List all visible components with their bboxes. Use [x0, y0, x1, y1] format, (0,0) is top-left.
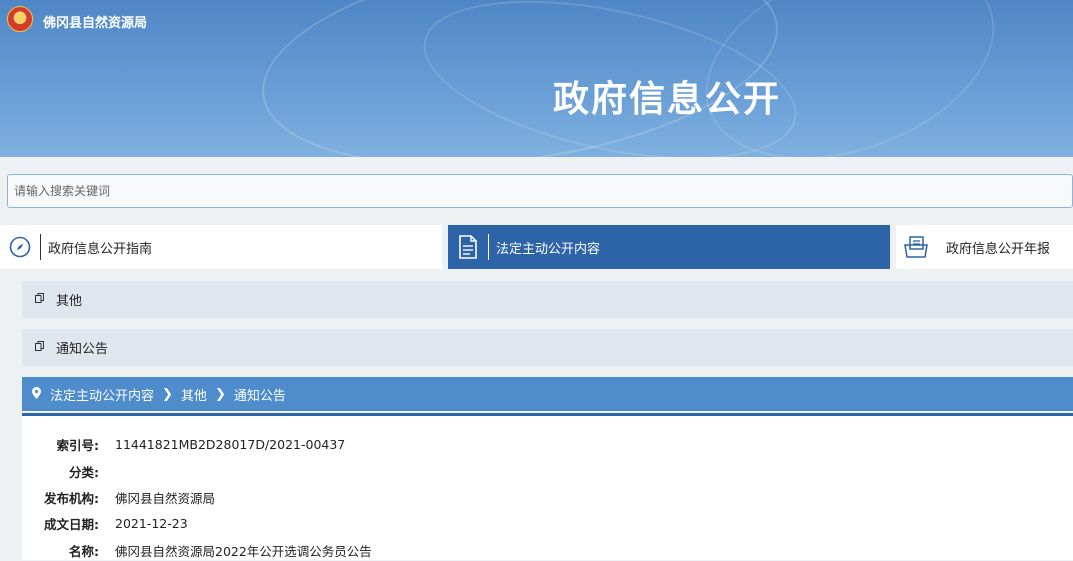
- meta-value: 佛冈县自然资源局2022年公开选调公务员公告: [115, 543, 372, 559]
- meta-key: 索引号:: [56, 437, 100, 453]
- meta-row-name: 名称: 佛冈县自然资源局2022年公开选调公务员公告: [22, 539, 372, 561]
- copy-icon: [22, 341, 56, 354]
- category-notices[interactable]: 通知公告: [22, 329, 1073, 366]
- meta-row-category: 分类:: [22, 460, 115, 482]
- breadcrumb-item[interactable]: 其他: [181, 385, 207, 404]
- tab-bar: 政府信息公开指南 法定主动公开内容 政府信息公开年报: [0, 225, 1073, 269]
- tab-divider: [40, 234, 41, 260]
- document-metadata: 索引号: 11441821MB2D28017D/2021-00437 分类: 发…: [22, 416, 1073, 560]
- meta-value: 佛冈县自然资源局: [115, 490, 216, 506]
- meta-key: 发布机构:: [44, 490, 99, 506]
- header-banner: 佛冈县自然资源局 政府信息公开: [0, 0, 1073, 157]
- breadcrumb: 法定主动公开内容 ❯ 其他 ❯ 通知公告: [22, 377, 1073, 411]
- compass-icon: [0, 225, 40, 269]
- meta-value: 11441821MB2D28017D/2021-00437: [115, 436, 346, 452]
- tab-divider: [488, 234, 489, 260]
- location-pin-icon: [22, 386, 50, 402]
- category-label: 其他: [56, 294, 83, 309]
- meta-row-publisher: 发布机构: 佛冈县自然资源局: [22, 486, 215, 508]
- report-icon: [896, 225, 936, 269]
- chevron-right-icon: ❯: [214, 386, 226, 402]
- breadcrumb-item[interactable]: 通知公告: [234, 385, 286, 404]
- meta-row-date: 成文日期: 2021-12-23: [22, 512, 188, 534]
- meta-value: 2021-12-23: [115, 515, 188, 531]
- site-name[interactable]: 佛冈县自然资源局: [43, 12, 147, 31]
- search-box[interactable]: [7, 174, 1073, 208]
- banner-title: 政府信息公开: [553, 79, 782, 120]
- search-input[interactable]: [8, 175, 1072, 207]
- tab-label: 政府信息公开指南: [48, 241, 153, 257]
- tab-guide[interactable]: 政府信息公开指南: [0, 225, 442, 269]
- copy-icon: [22, 293, 56, 306]
- tab-annual-report[interactable]: 政府信息公开年报: [896, 225, 1073, 269]
- national-emblem-icon: [7, 6, 33, 32]
- category-label: 通知公告: [56, 342, 109, 357]
- chevron-right-icon: ❯: [162, 386, 173, 402]
- meta-row-index: 索引号: 11441821MB2D28017D/2021-00437: [22, 433, 346, 455]
- tab-label: 法定主动公开内容: [496, 241, 601, 257]
- category-other[interactable]: 其他: [22, 281, 1073, 318]
- meta-key: 成文日期:: [44, 516, 99, 532]
- meta-key: 名称:: [69, 543, 99, 559]
- tab-label: 政府信息公开年报: [946, 241, 1051, 257]
- document-icon: [448, 225, 488, 269]
- breadcrumb-item[interactable]: 法定主动公开内容: [50, 385, 154, 404]
- tab-statutory-content[interactable]: 法定主动公开内容: [448, 225, 890, 269]
- meta-key: 分类:: [69, 464, 99, 480]
